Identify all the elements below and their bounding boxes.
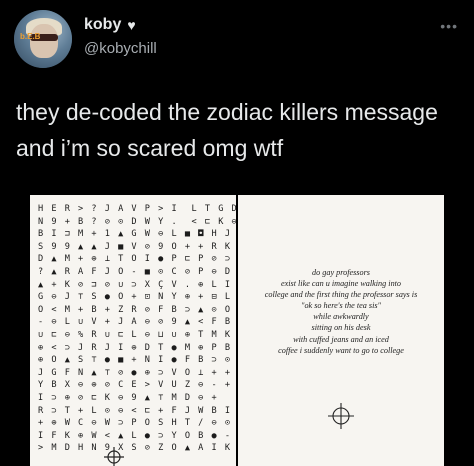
cipher-line: Y B X ⊖ ⊕ ⊘ C E > V U Z ⊖ - + [38,380,232,391]
cipher-line: I ⊃ ⊕ ⊘ ⊏ K ⊖ 9 ▲ ⊤ M D ⊖ + [38,392,219,403]
cipher-line: ⊕ O ▲ S ⊤ ● ■ + N I ● F B ⊃ ⊙ [38,355,232,366]
cipher-line: - ⊖ L ∪ V + J A ⊖ ⊘ 9 ▲ < F B [38,317,232,328]
cipher-line: ? ▲ R A F J O - ■ ⊙ C ⊘ P ⊖ D [38,266,232,277]
note-line: "ok so here's the tea sis" [301,301,381,311]
cipher-line: > M D H N 9 X S ⊘ Z O ▲ A I K [38,443,232,454]
cipher-line: N 9 + B ? ⊘ ⊙ D W Y . < ⊏ K ⊖ [38,216,236,227]
note-line: sitting on his desk [311,323,371,333]
more-horizontal-icon[interactable]: ••• [440,18,458,34]
avatar-caption: b.E.B [20,32,41,41]
display-name[interactable]: koby [84,16,121,34]
note-line: exist like can u imagine walking into [280,279,402,289]
crosshair-circle-icon [104,447,124,466]
handle[interactable]: @kobychill [84,40,157,57]
note-line: do gay professors [312,268,370,277]
cipher-line: ⊕ < ⊃ J R J I ⊕ D T ● M ⊕ P B [38,342,232,353]
cipher-line: R ⊃ T + L ⊙ ⊖ < ⊏ + F J W B I [38,405,232,416]
decoded-note: do gay professors exist like can u imagin… [238,267,444,356]
cipher-line: J G F N ▲ ⊤ ⊘ ● ⊕ ⊃ V O ⊥ + + [38,367,232,378]
cipher-line: I F K ⊕ W < ▲ L ● ⊃ Y O B ● - [38,430,232,441]
cipher-line: + ⊕ W C ⊖ W ⊃ P O S H T / ⊖ ⊙ [38,418,232,429]
cipher-line: G ⊖ J ⊤ S ● O + ⊡ N Y ⊕ + ⊟ L [38,292,232,303]
media-image-note[interactable]: do gay professors exist like can u imagin… [238,195,444,466]
heart-icon: ♥ [127,17,136,33]
cipher-text: H E R > ? J A V P > I L T G D N 9 + B ? ⊘… [38,203,236,455]
cipher-line: D ▲ M + ⊕ ⊥ T O I ● P ⊏ P ⊘ ⊃ [38,254,232,265]
cipher-line: H E R > ? J A V P > I L T G D [38,204,236,214]
media-image-cipher[interactable]: H E R > ? J A V P > I L T G D N 9 + B ? ⊘… [30,195,236,466]
crosshair-circle-icon [328,403,354,429]
tweet-text: they de-coded the zodiac killers message… [16,99,438,161]
note-line: coffee i suddenly want to go to college [278,345,404,355]
note-line: while awkwardly [313,312,369,322]
cipher-line: O < M + B + Z R ⊘ F B ⊃ ▲ ⊙ O [38,304,232,315]
avatar[interactable]: b.E.B [14,10,72,68]
note-line: college and the first thing the professo… [264,290,418,300]
cipher-line: ▲ + K ⊘ ⊐ ⊘ ∪ ⊃ X Ç V . ⊕ L I [38,279,232,290]
note-line: with cuffed jeans and an iced [293,334,389,344]
tweet-card: b.E.B koby ♥ @kobychill ••• they de-code… [0,0,474,466]
cipher-line: ∪ ⊏ ⊖ % R ∪ ⊏ L ⊖ ⊔ ∪ ⊕ T M K [38,329,232,340]
cipher-line: S 9 9 ▲ ▲ J ■ V ⊘ 9 O + + R K [38,241,232,252]
author-name-row: koby ♥ [84,16,136,34]
cipher-line: B I ⊐ M + 1 ▲ G W ⊖ L ■ ◘ H J [38,229,232,240]
